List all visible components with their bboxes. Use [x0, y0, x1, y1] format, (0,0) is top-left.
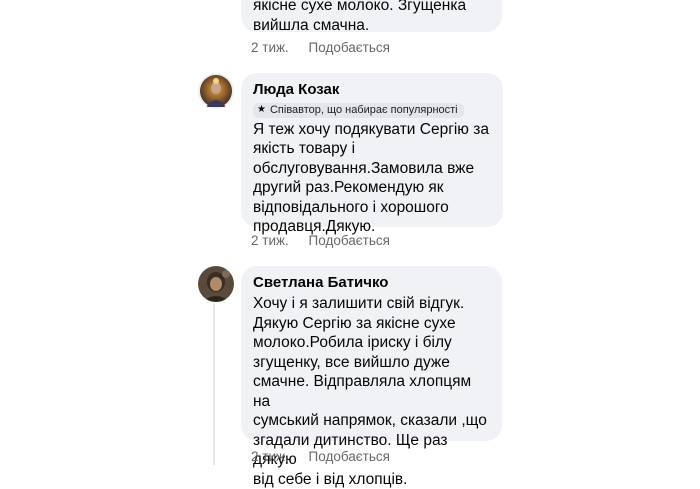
comment-text-line: другий раз.Рекомендую як: [253, 178, 491, 198]
like-button[interactable]: Подобається: [309, 449, 390, 465]
comment-text: якісне сухе молоко. Згущенка вийшла смач…: [253, 0, 490, 35]
reply-thread-line: [213, 303, 215, 465]
comment-bubble: Светлана Батичко Хочу і я залишити свій …: [241, 266, 502, 441]
comment-text-line: Хочу і я залишити свій відгук.: [253, 294, 490, 314]
comment-text-line: вийшла смачна.: [253, 16, 490, 36]
comment-timestamp[interactable]: 2 тиж.: [251, 449, 289, 465]
comment-text-line: молоко.Робила іриску і білу: [253, 333, 490, 353]
comment-timestamp[interactable]: 2 тиж.: [251, 233, 289, 249]
comments-feed: якісне сухе молоко. Згущенка вийшла смач…: [0, 0, 700, 465]
comment-text-line: якість товару і: [253, 139, 491, 159]
comment-text-line: сумський напрямок, сказали ,що: [253, 411, 490, 431]
like-button[interactable]: Подобається: [309, 40, 390, 56]
comment-meta: 2 тиж. Подобається: [251, 449, 390, 465]
comment-bubble: якісне сухе молоко. Згущенка вийшла смач…: [241, 0, 502, 32]
comment-timestamp[interactable]: 2 тиж.: [251, 40, 289, 56]
comment-text-line: відповідального і хорошого: [253, 198, 491, 218]
comment-meta: 2 тиж. Подобається: [251, 233, 390, 249]
comment-text-line: Я теж хочу подякувати Сергію за: [253, 120, 491, 140]
like-button[interactable]: Подобається: [309, 233, 390, 249]
comment-author[interactable]: Люда Козак: [253, 81, 491, 99]
comment-text-line: смачне. Відправляла хлопцям на: [253, 372, 490, 411]
comment-text: Я теж хочу подякувати Сергію за якість т…: [253, 120, 491, 237]
comment-meta: 2 тиж. Подобається: [251, 40, 390, 56]
avatar-image: [198, 73, 234, 109]
comment-text-line: обслуговування.Замовила вже: [253, 159, 491, 179]
comment-text-line: якісне сухе молоко. Згущенка: [253, 0, 490, 16]
avatar[interactable]: [198, 73, 234, 109]
comment-text-line: від себе і від хлопців.: [253, 470, 490, 489]
comment-text-line: Дякую Сергію за якісне сухе: [253, 314, 490, 334]
contributor-badge: ★ Співавтор, що набирає популярності: [253, 103, 464, 118]
star-icon: ★: [257, 105, 266, 115]
badge-label: Співавтор, що набирає популярності: [270, 104, 458, 117]
avatar-image: [198, 266, 234, 302]
comment-bubble: Люда Козак ★ Співавтор, що набирає попул…: [241, 73, 503, 227]
avatar[interactable]: [198, 266, 234, 302]
comment-text-line: згущенку, все вийшло дуже: [253, 353, 490, 373]
comment-author[interactable]: Светлана Батичко: [253, 274, 490, 292]
